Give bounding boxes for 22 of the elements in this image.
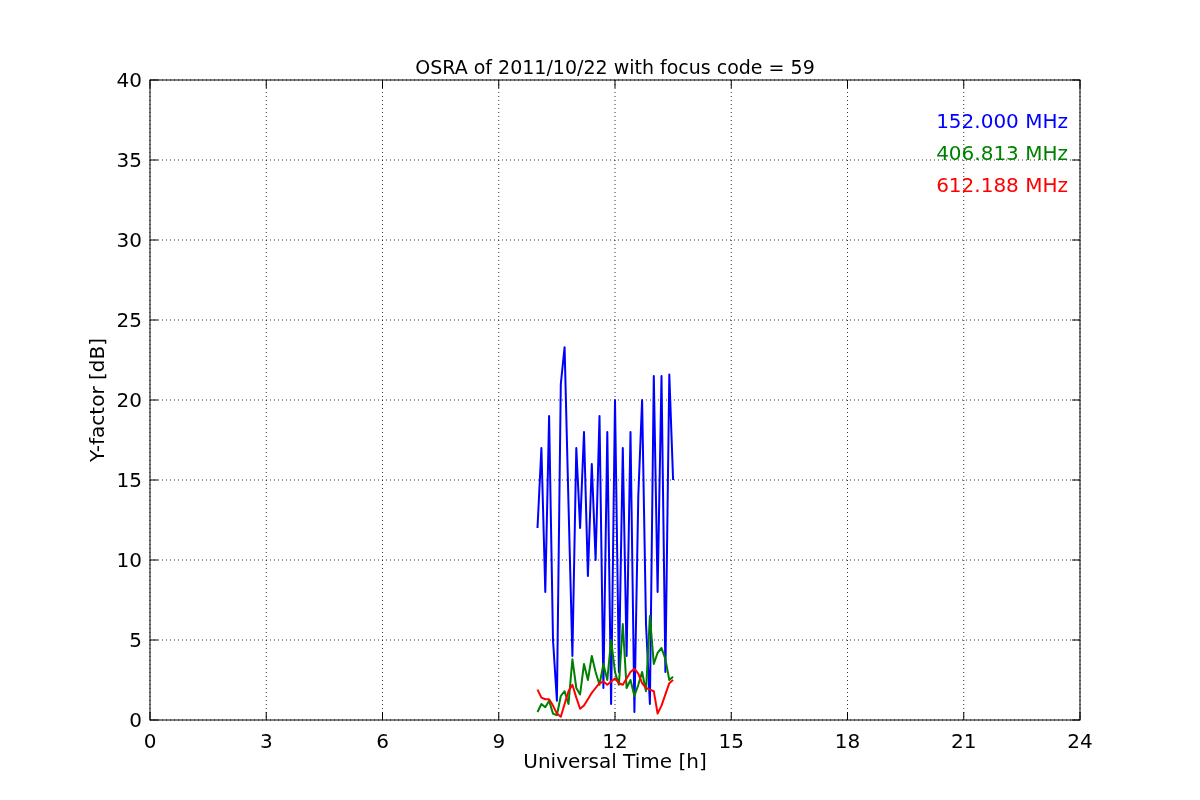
legend-label: 612.188 MHz: [936, 173, 1068, 197]
tick-label: 25: [116, 308, 142, 332]
tick-label: 18: [834, 729, 861, 753]
tick-label: 15: [116, 468, 142, 492]
tick-label: 30: [116, 228, 142, 252]
legend-label: 152.000 MHz: [936, 109, 1068, 133]
tick-label: 9: [492, 729, 506, 753]
chart-title: OSRA of 2011/10/22 with focus code = 59: [415, 56, 815, 78]
tick-label: 3: [259, 729, 273, 753]
tick-label: 24: [1067, 729, 1093, 753]
tick-label: 0: [129, 708, 142, 732]
tick-label: 6: [376, 729, 389, 753]
axis-label: Y-factor [dB]: [85, 338, 109, 462]
tick-label: 21: [951, 729, 977, 753]
tick-label: 20: [116, 388, 142, 412]
tick-label: 40: [116, 68, 142, 92]
tick-label: 5: [129, 628, 142, 652]
tick-label: 10: [116, 548, 142, 572]
tick-label: 35: [116, 148, 142, 172]
legend-label: 406.813 MHz: [936, 141, 1068, 165]
tick-label: 15: [718, 729, 744, 753]
tick-label: 0: [143, 729, 157, 753]
